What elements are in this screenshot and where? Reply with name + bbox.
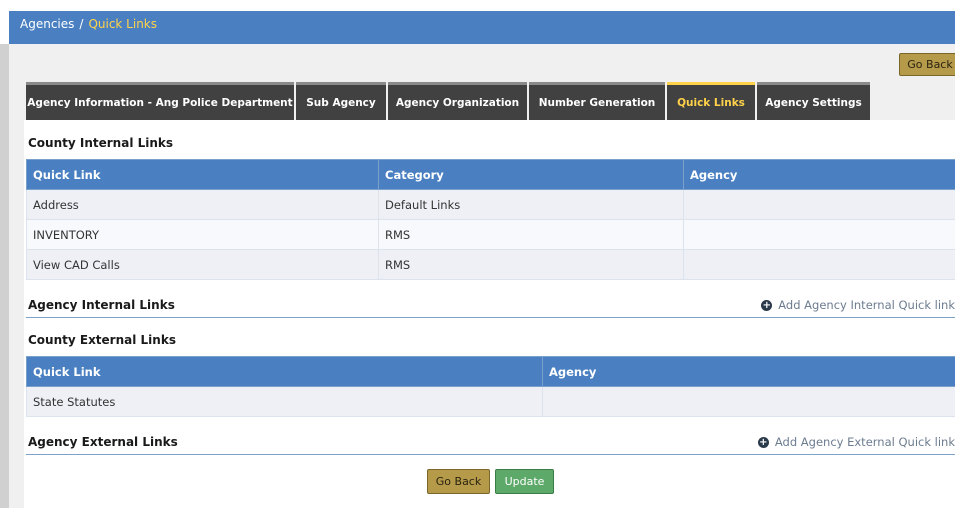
breadcrumb-current: Quick Links bbox=[88, 17, 158, 31]
cell-category: RMS bbox=[378, 219, 684, 250]
left-edge bbox=[0, 0, 9, 508]
table-header-row: Quick Link Agency bbox=[26, 356, 955, 387]
update-button[interactable]: Update bbox=[495, 469, 554, 494]
tab-agency-information[interactable]: Agency Information - Ang Police Departme… bbox=[26, 82, 294, 120]
cell-quick-link: State Statutes bbox=[26, 386, 543, 417]
county-internal-links-title: County Internal Links bbox=[28, 136, 174, 150]
county-external-links-title: County External Links bbox=[28, 333, 176, 347]
breadcrumb-agencies[interactable]: Agencies bbox=[20, 17, 74, 31]
tab-number-generation[interactable]: Number Generation bbox=[529, 82, 665, 120]
cell-agency bbox=[683, 219, 955, 250]
breadcrumb-separator: / bbox=[79, 17, 84, 31]
tab-agency-settings[interactable]: Agency Settings bbox=[757, 82, 870, 120]
plus-circle-icon: + bbox=[761, 299, 773, 311]
table-row[interactable]: INVENTORY RMS bbox=[26, 219, 955, 250]
add-agency-internal-quick-link[interactable]: + Add Agency Internal Quick link bbox=[761, 298, 955, 312]
column-header-quick-link[interactable]: Quick Link bbox=[26, 356, 543, 387]
quick-links-panel: County Internal Links Quick Link Categor… bbox=[24, 120, 955, 508]
cell-category: Default Links bbox=[378, 189, 684, 220]
county-external-links-table: Quick Link Agency State Statutes bbox=[26, 356, 955, 417]
go-back-button-bottom[interactable]: Go Back bbox=[427, 469, 490, 494]
tab-agency-organization[interactable]: Agency Organization bbox=[388, 82, 527, 120]
column-header-agency[interactable]: Agency bbox=[683, 159, 955, 190]
add-agency-external-label: Add Agency External Quick link bbox=[774, 435, 955, 449]
section-divider bbox=[26, 317, 955, 318]
add-agency-external-quick-link[interactable]: + Add Agency External Quick link bbox=[757, 435, 955, 449]
left-edge-shade bbox=[0, 44, 9, 508]
cell-agency bbox=[542, 386, 955, 417]
section-divider bbox=[26, 454, 955, 455]
cell-agency bbox=[683, 189, 955, 220]
add-agency-internal-label: Add Agency Internal Quick link bbox=[778, 298, 955, 312]
county-internal-links-table: Quick Link Category Agency Address Defau… bbox=[26, 159, 955, 280]
cell-agency bbox=[683, 249, 955, 280]
breadcrumb: Agencies / Quick Links bbox=[20, 17, 157, 31]
column-header-category[interactable]: Category bbox=[378, 159, 684, 190]
table-row[interactable]: View CAD Calls RMS bbox=[26, 249, 955, 280]
table-row[interactable]: State Statutes bbox=[26, 386, 955, 417]
agency-external-links-title: Agency External Links bbox=[28, 435, 178, 449]
table-row[interactable]: Address Default Links bbox=[26, 189, 955, 220]
plus-circle-icon: + bbox=[757, 436, 769, 448]
cell-quick-link: INVENTORY bbox=[26, 219, 379, 250]
column-header-quick-link[interactable]: Quick Link bbox=[26, 159, 379, 190]
table-header-row: Quick Link Category Agency bbox=[26, 159, 955, 190]
tab-quick-links[interactable]: Quick Links bbox=[667, 82, 755, 120]
agency-internal-links-title: Agency Internal Links bbox=[28, 298, 175, 312]
cell-category: RMS bbox=[378, 249, 684, 280]
header-bar: Agencies / Quick Links bbox=[9, 11, 955, 44]
go-back-button-top[interactable]: Go Back bbox=[899, 53, 955, 76]
tab-sub-agency[interactable]: Sub Agency bbox=[296, 82, 386, 120]
cell-quick-link: View CAD Calls bbox=[26, 249, 379, 280]
column-header-agency[interactable]: Agency bbox=[542, 356, 955, 387]
main-content: Go Back Agency Information - Ang Police … bbox=[9, 44, 955, 508]
cell-quick-link: Address bbox=[26, 189, 379, 220]
